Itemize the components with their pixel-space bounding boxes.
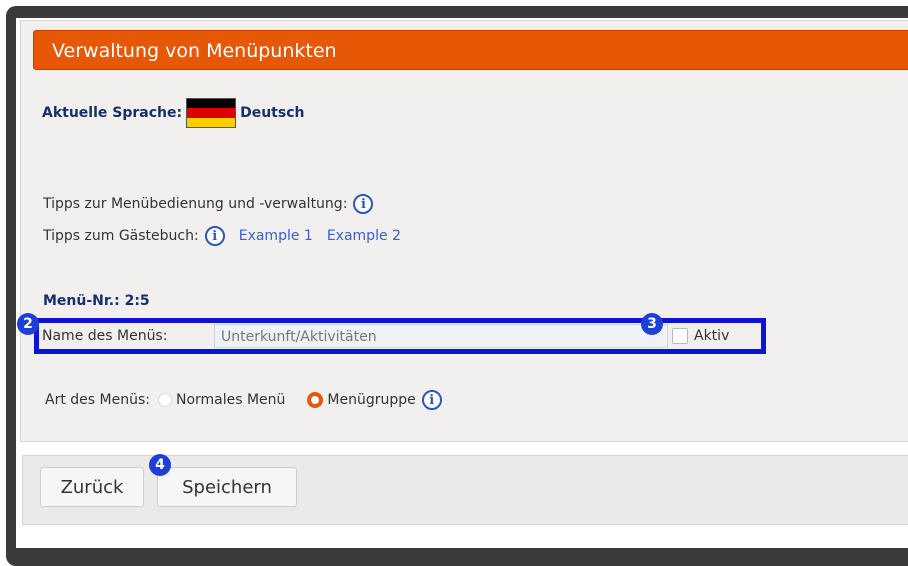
menu-name-input[interactable]: Unterkunft/Aktivitäten bbox=[214, 324, 668, 348]
annotation-badge-2: 2 bbox=[17, 313, 39, 335]
german-flag-icon bbox=[186, 98, 237, 128]
page-title: Verwaltung von Menüpunkten bbox=[33, 30, 908, 70]
save-button[interactable]: Speichern bbox=[157, 467, 297, 507]
menu-type-label: Art des Menüs: bbox=[45, 392, 150, 408]
normal-menu-label: Normales Menü bbox=[175, 392, 286, 408]
language-value: Deutsch bbox=[240, 105, 305, 121]
tips-guestbook-row: Tipps zum Gästebuch: i Example 1 Example… bbox=[43, 226, 401, 246]
annotation-badge-3: 3 bbox=[641, 313, 663, 335]
info-icon[interactable]: i bbox=[421, 390, 442, 410]
info-icon[interactable]: i bbox=[353, 194, 374, 214]
back-button[interactable]: Zurück bbox=[40, 467, 144, 507]
active-label: Aktiv bbox=[694, 328, 730, 344]
example-2-link[interactable]: Example 2 bbox=[327, 228, 401, 244]
menu-group-radio[interactable] bbox=[307, 392, 324, 408]
current-language: Aktuelle Sprache: Deutsch bbox=[42, 98, 304, 128]
tips-menu-label: Tipps zur Menübedienung und -verwaltung: bbox=[43, 196, 348, 212]
active-checkbox[interactable] bbox=[672, 328, 688, 344]
annotation-badge-4: 4 bbox=[149, 454, 171, 476]
menu-number: Menü-Nr.: 2:5 bbox=[43, 293, 150, 309]
normal-menu-radio[interactable] bbox=[157, 393, 172, 407]
example-1-link[interactable]: Example 1 bbox=[239, 228, 313, 244]
info-icon[interactable]: i bbox=[204, 226, 225, 246]
menu-name-label: Name des Menüs: bbox=[42, 328, 168, 344]
tips-menu-row: Tipps zur Menübedienung und -verwaltung:… bbox=[43, 194, 374, 214]
menu-type-row: Art des Menüs: Normales Menü Menügruppe … bbox=[45, 388, 442, 412]
language-label: Aktuelle Sprache: bbox=[42, 105, 183, 121]
menu-group-label: Menügruppe bbox=[327, 392, 416, 408]
tips-guestbook-label: Tipps zum Gästebuch: bbox=[43, 228, 199, 244]
